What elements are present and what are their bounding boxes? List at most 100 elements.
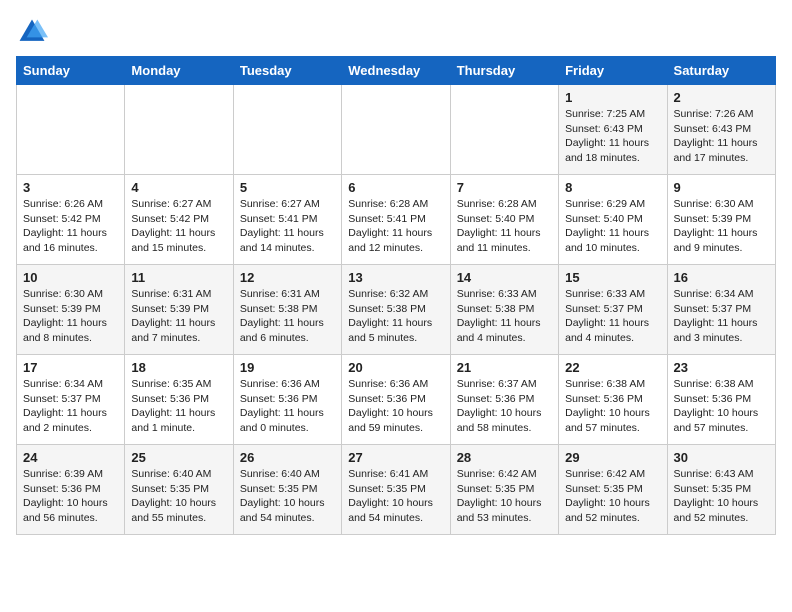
day-info: Sunrise: 6:30 AM Sunset: 5:39 PM Dayligh… — [674, 197, 769, 256]
calendar-cell: 26 Sunrise: 6:40 AM Sunset: 5:35 PM Dayli… — [233, 445, 341, 535]
col-header-sunday: Sunday — [17, 57, 125, 85]
day-info: Sunrise: 6:36 AM Sunset: 5:36 PM Dayligh… — [348, 377, 443, 436]
day-number: 19 — [240, 360, 335, 375]
day-info: Sunrise: 6:40 AM Sunset: 5:35 PM Dayligh… — [240, 467, 335, 526]
calendar-cell: 10 Sunrise: 6:30 AM Sunset: 5:39 PM Dayli… — [17, 265, 125, 355]
calendar-cell — [342, 85, 450, 175]
col-header-friday: Friday — [559, 57, 667, 85]
day-number: 15 — [565, 270, 660, 285]
col-header-saturday: Saturday — [667, 57, 775, 85]
col-header-monday: Monday — [125, 57, 233, 85]
day-info: Sunrise: 7:26 AM Sunset: 6:43 PM Dayligh… — [674, 107, 769, 166]
calendar-cell: 19 Sunrise: 6:36 AM Sunset: 5:36 PM Dayli… — [233, 355, 341, 445]
day-number: 27 — [348, 450, 443, 465]
calendar-week-5: 24 Sunrise: 6:39 AM Sunset: 5:36 PM Dayli… — [17, 445, 776, 535]
day-info: Sunrise: 6:38 AM Sunset: 5:36 PM Dayligh… — [674, 377, 769, 436]
day-info: Sunrise: 6:36 AM Sunset: 5:36 PM Dayligh… — [240, 377, 335, 436]
day-number: 7 — [457, 180, 552, 195]
calendar-cell: 23 Sunrise: 6:38 AM Sunset: 5:36 PM Dayli… — [667, 355, 775, 445]
day-info: Sunrise: 6:31 AM Sunset: 5:38 PM Dayligh… — [240, 287, 335, 346]
day-info: Sunrise: 6:27 AM Sunset: 5:41 PM Dayligh… — [240, 197, 335, 256]
calendar-cell: 13 Sunrise: 6:32 AM Sunset: 5:38 PM Dayli… — [342, 265, 450, 355]
day-number: 4 — [131, 180, 226, 195]
day-number: 6 — [348, 180, 443, 195]
calendar-cell: 25 Sunrise: 6:40 AM Sunset: 5:35 PM Dayli… — [125, 445, 233, 535]
calendar-cell: 6Sunrise: 6:28 AM Sunset: 5:41 PM Daylig… — [342, 175, 450, 265]
calendar-cell: 30 Sunrise: 6:43 AM Sunset: 5:35 PM Dayli… — [667, 445, 775, 535]
day-number: 25 — [131, 450, 226, 465]
day-info: Sunrise: 6:26 AM Sunset: 5:42 PM Dayligh… — [23, 197, 118, 256]
calendar-cell: 18 Sunrise: 6:35 AM Sunset: 5:36 PM Dayli… — [125, 355, 233, 445]
day-info: Sunrise: 6:37 AM Sunset: 5:36 PM Dayligh… — [457, 377, 552, 436]
day-number: 30 — [674, 450, 769, 465]
calendar-header-row: SundayMondayTuesdayWednesdayThursdayFrid… — [17, 57, 776, 85]
header — [16, 16, 776, 48]
day-number: 18 — [131, 360, 226, 375]
day-info: Sunrise: 6:30 AM Sunset: 5:39 PM Dayligh… — [23, 287, 118, 346]
day-number: 5 — [240, 180, 335, 195]
calendar-cell: 17Sunrise: 6:34 AM Sunset: 5:37 PM Dayli… — [17, 355, 125, 445]
day-info: Sunrise: 6:41 AM Sunset: 5:35 PM Dayligh… — [348, 467, 443, 526]
day-number: 20 — [348, 360, 443, 375]
calendar-cell — [233, 85, 341, 175]
calendar-cell: 4Sunrise: 6:27 AM Sunset: 5:42 PM Daylig… — [125, 175, 233, 265]
day-number: 1 — [565, 90, 660, 105]
calendar-cell: 15 Sunrise: 6:33 AM Sunset: 5:37 PM Dayli… — [559, 265, 667, 355]
day-info: Sunrise: 6:43 AM Sunset: 5:35 PM Dayligh… — [674, 467, 769, 526]
calendar-cell: 29Sunrise: 6:42 AM Sunset: 5:35 PM Dayli… — [559, 445, 667, 535]
day-number: 8 — [565, 180, 660, 195]
day-info: Sunrise: 6:42 AM Sunset: 5:35 PM Dayligh… — [457, 467, 552, 526]
calendar-cell: 8 Sunrise: 6:29 AM Sunset: 5:40 PM Daylig… — [559, 175, 667, 265]
day-number: 9 — [674, 180, 769, 195]
day-number: 3 — [23, 180, 118, 195]
day-number: 24 — [23, 450, 118, 465]
day-info: Sunrise: 7:25 AM Sunset: 6:43 PM Dayligh… — [565, 107, 660, 166]
day-info: Sunrise: 6:39 AM Sunset: 5:36 PM Dayligh… — [23, 467, 118, 526]
day-info: Sunrise: 6:29 AM Sunset: 5:40 PM Dayligh… — [565, 197, 660, 256]
day-number: 26 — [240, 450, 335, 465]
calendar-body: 1 Sunrise: 7:25 AM Sunset: 6:43 PM Daylig… — [17, 85, 776, 535]
day-info: Sunrise: 6:34 AM Sunset: 5:37 PM Dayligh… — [674, 287, 769, 346]
calendar-cell: 27 Sunrise: 6:41 AM Sunset: 5:35 PM Dayli… — [342, 445, 450, 535]
col-header-thursday: Thursday — [450, 57, 558, 85]
day-info: Sunrise: 6:33 AM Sunset: 5:37 PM Dayligh… — [565, 287, 660, 346]
day-info: Sunrise: 6:33 AM Sunset: 5:38 PM Dayligh… — [457, 287, 552, 346]
calendar-cell: 24 Sunrise: 6:39 AM Sunset: 5:36 PM Dayli… — [17, 445, 125, 535]
calendar-week-2: 3 Sunrise: 6:26 AM Sunset: 5:42 PM Daylig… — [17, 175, 776, 265]
day-number: 11 — [131, 270, 226, 285]
col-header-wednesday: Wednesday — [342, 57, 450, 85]
day-number: 2 — [674, 90, 769, 105]
calendar-cell: 14Sunrise: 6:33 AM Sunset: 5:38 PM Dayli… — [450, 265, 558, 355]
calendar-cell: 9 Sunrise: 6:30 AM Sunset: 5:39 PM Daylig… — [667, 175, 775, 265]
calendar-week-3: 10 Sunrise: 6:30 AM Sunset: 5:39 PM Dayli… — [17, 265, 776, 355]
calendar-cell: 7 Sunrise: 6:28 AM Sunset: 5:40 PM Daylig… — [450, 175, 558, 265]
calendar-cell: 11 Sunrise: 6:31 AM Sunset: 5:39 PM Dayli… — [125, 265, 233, 355]
day-number: 10 — [23, 270, 118, 285]
col-header-tuesday: Tuesday — [233, 57, 341, 85]
day-number: 13 — [348, 270, 443, 285]
calendar-cell — [450, 85, 558, 175]
calendar-cell: 20 Sunrise: 6:36 AM Sunset: 5:36 PM Dayli… — [342, 355, 450, 445]
day-info: Sunrise: 6:31 AM Sunset: 5:39 PM Dayligh… — [131, 287, 226, 346]
day-number: 23 — [674, 360, 769, 375]
day-info: Sunrise: 6:32 AM Sunset: 5:38 PM Dayligh… — [348, 287, 443, 346]
day-info: Sunrise: 6:35 AM Sunset: 5:36 PM Dayligh… — [131, 377, 226, 436]
calendar-cell: 3 Sunrise: 6:26 AM Sunset: 5:42 PM Daylig… — [17, 175, 125, 265]
calendar-cell: 12 Sunrise: 6:31 AM Sunset: 5:38 PM Dayli… — [233, 265, 341, 355]
calendar-week-1: 1 Sunrise: 7:25 AM Sunset: 6:43 PM Daylig… — [17, 85, 776, 175]
calendar-week-4: 17Sunrise: 6:34 AM Sunset: 5:37 PM Dayli… — [17, 355, 776, 445]
day-number: 21 — [457, 360, 552, 375]
day-info: Sunrise: 6:40 AM Sunset: 5:35 PM Dayligh… — [131, 467, 226, 526]
calendar-cell — [17, 85, 125, 175]
calendar-cell: 1 Sunrise: 7:25 AM Sunset: 6:43 PM Daylig… — [559, 85, 667, 175]
day-number: 12 — [240, 270, 335, 285]
calendar-cell — [125, 85, 233, 175]
day-info: Sunrise: 6:28 AM Sunset: 5:40 PM Dayligh… — [457, 197, 552, 256]
day-number: 22 — [565, 360, 660, 375]
calendar-cell: 28 Sunrise: 6:42 AM Sunset: 5:35 PM Dayli… — [450, 445, 558, 535]
day-info: Sunrise: 6:38 AM Sunset: 5:36 PM Dayligh… — [565, 377, 660, 436]
day-info: Sunrise: 6:42 AM Sunset: 5:35 PM Dayligh… — [565, 467, 660, 526]
calendar-cell: 22 Sunrise: 6:38 AM Sunset: 5:36 PM Dayli… — [559, 355, 667, 445]
calendar-table: SundayMondayTuesdayWednesdayThursdayFrid… — [16, 56, 776, 535]
day-number: 28 — [457, 450, 552, 465]
